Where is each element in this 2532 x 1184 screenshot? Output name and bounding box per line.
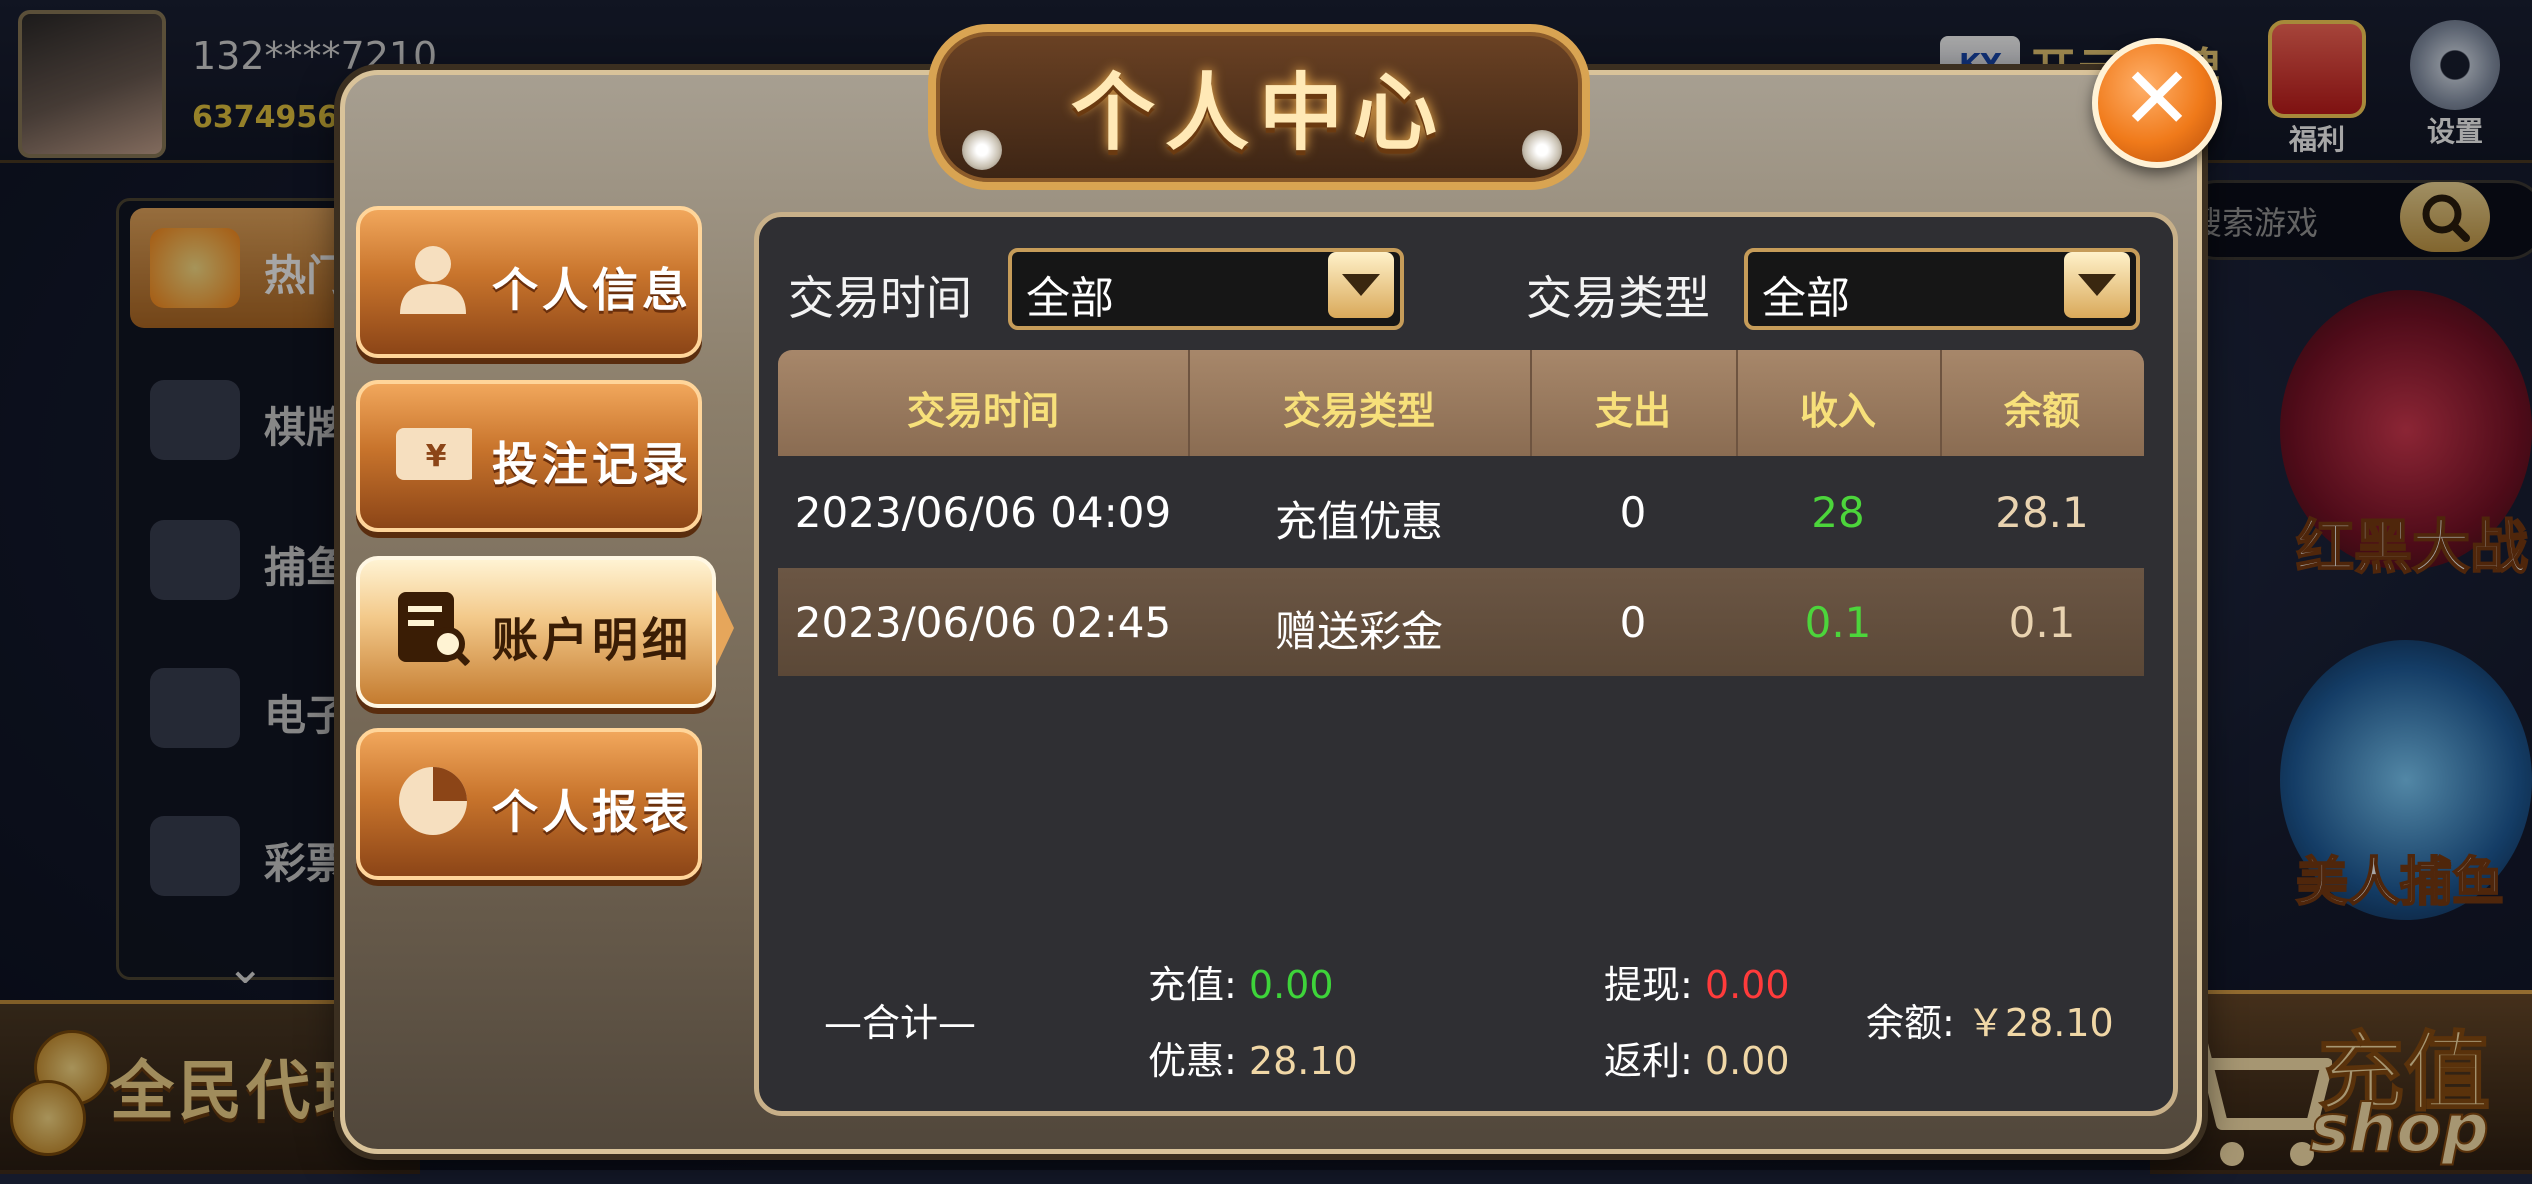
tab-bet-records[interactable]: ¥ 投注记录: [356, 380, 702, 532]
tab-personal-report-label: 个人报表: [492, 785, 692, 839]
summary-discount-label: 优惠:: [1148, 1039, 1237, 1083]
summary-balance: 余额: ￥28.10: [1866, 992, 2114, 1047]
type-filter-dropdown[interactable]: [2064, 252, 2130, 318]
time-filter-value: 全部: [1026, 273, 1114, 324]
cell-type: 赠送彩金: [1274, 607, 1443, 656]
summary-withdraw-value: 0.00: [1704, 963, 1790, 1007]
tab-personal-report[interactable]: 个人报表: [356, 728, 702, 880]
cell-time: 2023/06/06 02:45: [794, 598, 1172, 647]
svg-text:¥: ¥: [426, 439, 447, 474]
summary-recharge: 充值: 0.00: [1148, 954, 1334, 1009]
cell-balance: 0.1: [2008, 598, 2076, 647]
lamp-icon: [962, 130, 1002, 170]
type-filter-label: 交易类型: [1526, 271, 1710, 325]
tab-personal-info[interactable]: 个人信息: [356, 206, 702, 358]
col-header-time: 交易时间: [906, 389, 1059, 433]
col-header-type: 交易类型: [1282, 389, 1435, 433]
cell-time: 2023/06/06 04:09: [794, 488, 1172, 537]
summary-withdraw: 提现: 0.00: [1604, 954, 1790, 1009]
chevron-down-icon: [2078, 274, 2116, 296]
summary-total-label: —合计—: [824, 1001, 977, 1045]
close-icon: ✕: [2120, 49, 2194, 149]
cell-expense: 0: [1619, 598, 1647, 647]
document-search-icon: [398, 592, 471, 667]
pie-chart-icon: [399, 767, 467, 835]
summary-rebate-value: 0.00: [1704, 1039, 1790, 1083]
cell-type: 充值优惠: [1274, 497, 1443, 546]
time-filter-dropdown[interactable]: [1328, 252, 1394, 318]
dialog-title: 个人中心: [1070, 64, 1447, 162]
chevron-down-icon: [1342, 274, 1380, 296]
summary-recharge-value: 0.00: [1248, 963, 1334, 1007]
person-icon: [400, 246, 466, 314]
cell-expense: 0: [1619, 488, 1647, 537]
summary-discount-value: 28.10: [1248, 1039, 1358, 1083]
summary-rebate: 返利: 0.00: [1604, 1030, 1790, 1085]
summary-discount: 优惠: 28.10: [1148, 1030, 1358, 1085]
close-button[interactable]: ✕: [2092, 38, 2222, 168]
time-filter-label: 交易时间: [788, 271, 972, 325]
type-filter-value: 全部: [1762, 273, 1850, 324]
cell-income: 0.1: [1804, 598, 1872, 647]
summary-balance-label: 余额:: [1866, 1001, 1955, 1045]
col-header-expense: 支出: [1594, 389, 1671, 433]
summary-rebate-label: 返利:: [1604, 1039, 1693, 1083]
tab-account-details-label: 账户明细: [492, 613, 692, 667]
lamp-icon: [1522, 130, 1562, 170]
tab-bet-records-label: 投注记录: [492, 437, 692, 491]
tab-personal-info-label: 个人信息: [492, 263, 692, 317]
tab-account-details[interactable]: 账户明细: [356, 556, 716, 708]
cell-income: 28: [1811, 488, 1865, 537]
summary-recharge-label: 充值:: [1148, 963, 1237, 1007]
summary-balance-value: ￥28.10: [1966, 1001, 2114, 1045]
summary-withdraw-label: 提现:: [1604, 963, 1693, 1007]
cell-balance: 28.1: [1995, 488, 2089, 537]
col-header-income: 收入: [1799, 389, 1876, 433]
col-header-balance: 余额: [2003, 389, 2080, 433]
money-icon: ¥: [396, 428, 472, 480]
